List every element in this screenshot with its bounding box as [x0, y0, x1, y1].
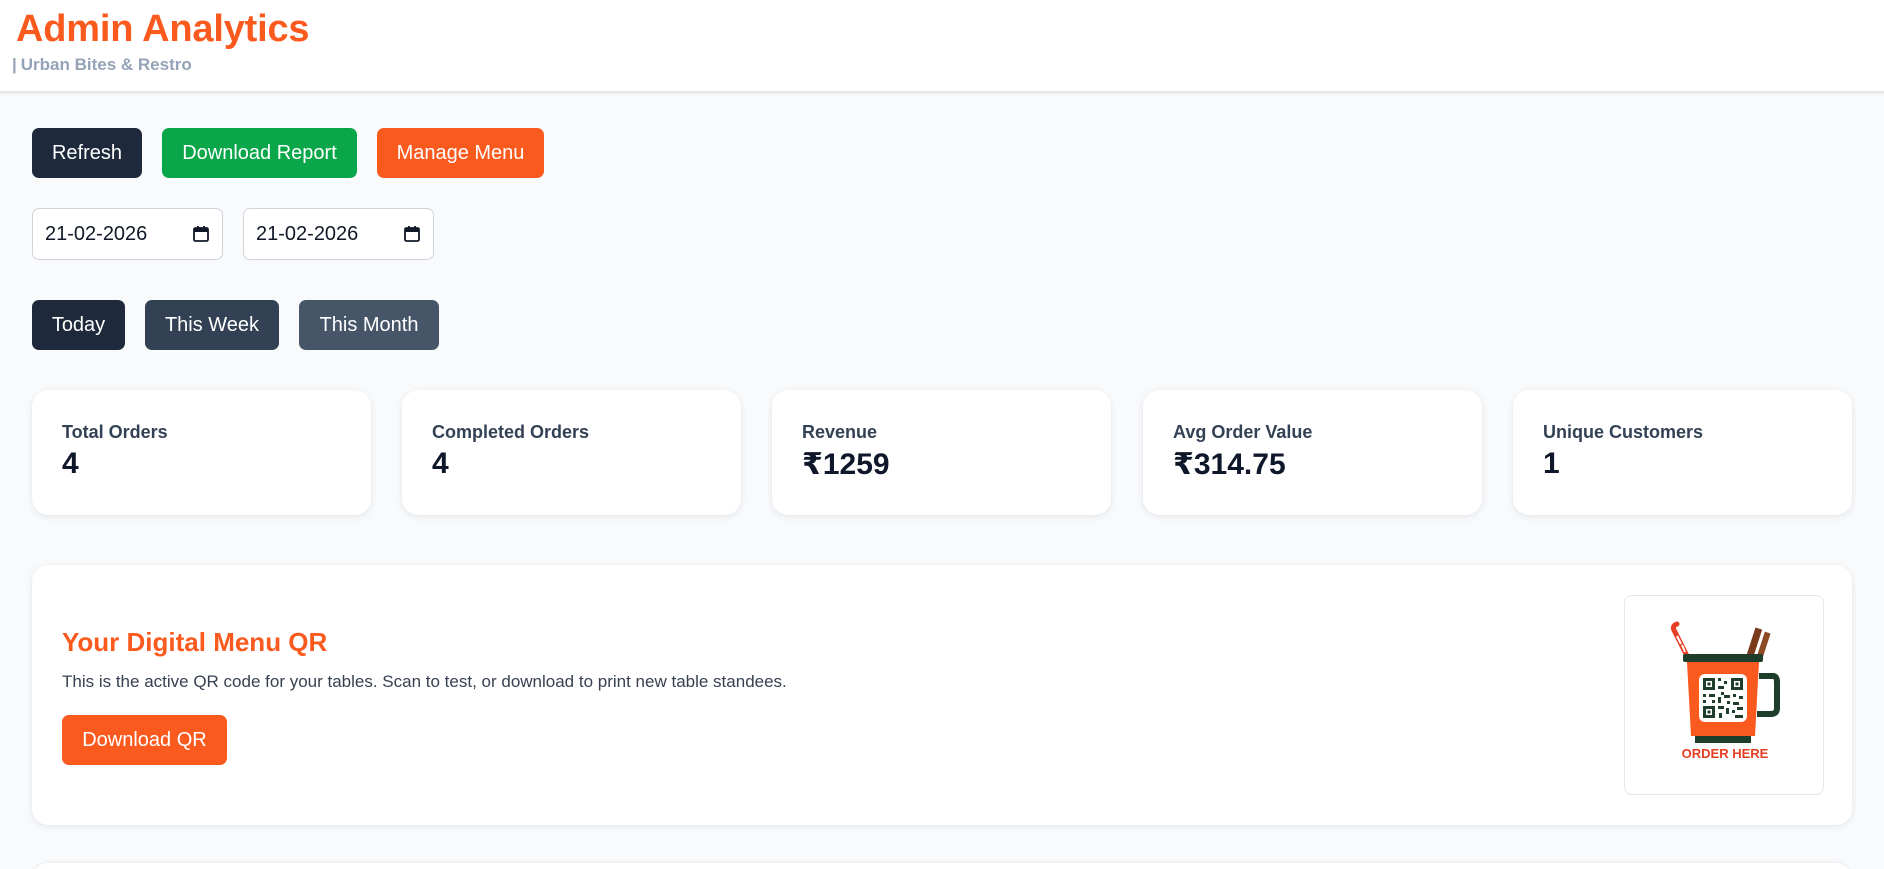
digital-menu-qr-card: Your Digital Menu QR This is the active … — [32, 565, 1852, 825]
qr-card-description: This is the active QR code for your tabl… — [62, 672, 787, 691]
period-week-button[interactable]: This Week — [145, 300, 279, 350]
manage-menu-button[interactable]: Manage Menu — [377, 128, 544, 178]
stat-card-total-orders: Total Orders 4 — [32, 390, 371, 515]
calendar-icon[interactable] — [403, 225, 421, 243]
stat-card-completed-orders: Completed Orders 4 — [402, 390, 741, 515]
period-today-button[interactable]: Today — [32, 300, 125, 350]
stat-label: Revenue — [802, 422, 878, 442]
stat-value: ₹314.75 — [1173, 448, 1286, 481]
period-month-button[interactable]: This Month — [299, 300, 439, 350]
date-to-input[interactable]: 21-02-2026 — [243, 208, 434, 260]
stat-value: 1 — [1543, 447, 1560, 480]
download-qr-button[interactable]: Download QR — [62, 715, 227, 765]
refresh-button[interactable]: Refresh — [32, 128, 142, 178]
qr-caption: ORDER HERE — [1681, 746, 1769, 761]
calendar-icon[interactable] — [192, 225, 210, 243]
download-report-button[interactable]: Download Report — [162, 128, 357, 178]
qr-card-title: Your Digital Menu QR — [62, 627, 328, 657]
stat-value: ₹1259 — [802, 448, 890, 481]
qr-code-image: ORDER HERE — [1624, 595, 1824, 795]
stat-label: Unique Customers — [1543, 422, 1704, 442]
app-header: Admin Analytics | Urban Bites & Restro — [0, 0, 1884, 93]
stat-label: Avg Order Value — [1173, 422, 1313, 442]
page-title: Admin Analytics — [16, 8, 310, 50]
stat-value: 4 — [62, 447, 79, 480]
stat-card-revenue: Revenue ₹1259 — [772, 390, 1111, 515]
restaurant-name-text: Urban Bites & Restro — [20, 55, 192, 74]
stat-card-unique-customers: Unique Customers 1 — [1513, 390, 1852, 515]
date-from-value: 21-02-2026 — [45, 222, 148, 245]
subtitle-separator: | — [12, 55, 17, 74]
stat-label: Total Orders — [62, 422, 168, 442]
restaurant-name: | Urban Bites & Restro — [12, 55, 192, 75]
next-section-card — [32, 863, 1852, 869]
date-from-input[interactable]: 21-02-2026 — [32, 208, 223, 260]
stat-label: Completed Orders — [432, 422, 590, 442]
date-to-value: 21-02-2026 — [256, 222, 359, 245]
stat-value: 4 — [432, 447, 449, 480]
qr-mug-icon — [1670, 621, 1780, 743]
stat-card-avg-order-value: Avg Order Value ₹314.75 — [1143, 390, 1482, 515]
